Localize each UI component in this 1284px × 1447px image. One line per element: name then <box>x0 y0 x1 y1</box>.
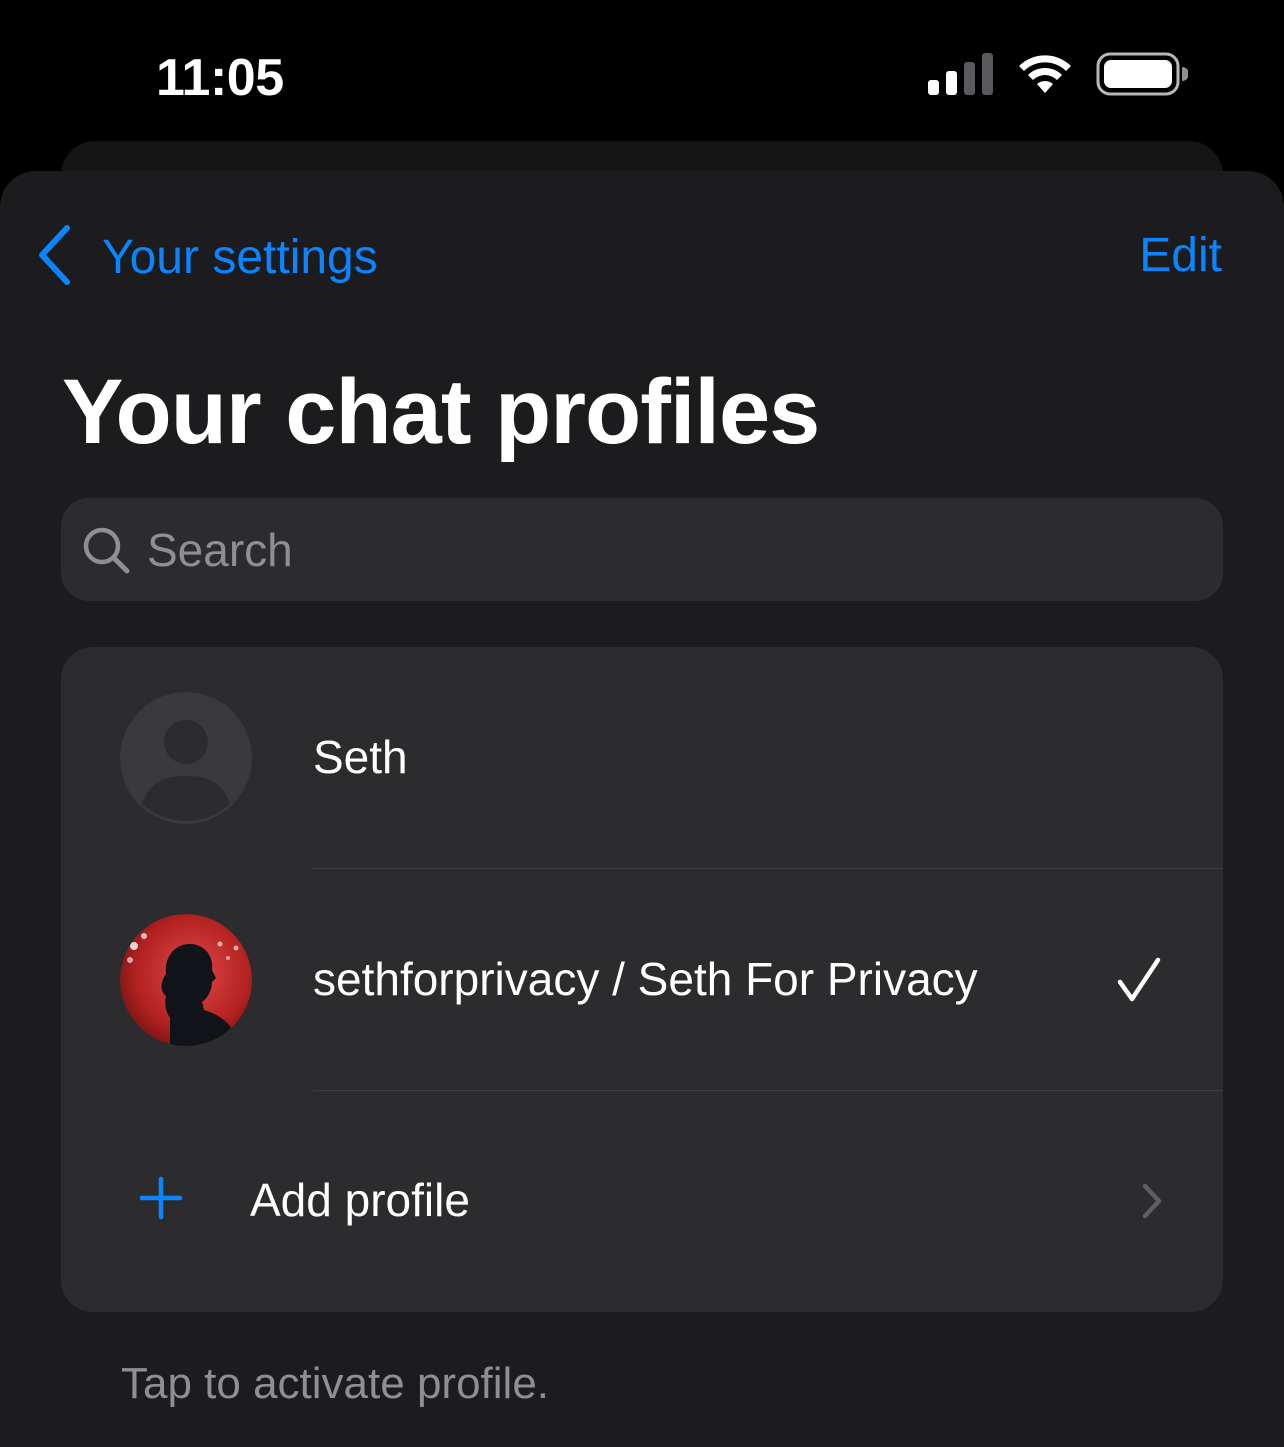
wifi-icon <box>1016 53 1074 100</box>
edit-button[interactable]: Edit <box>1139 224 1222 288</box>
status-time: 11:05 <box>156 49 284 107</box>
profile-list: Seth sethforprivacy / Seth For Privacy A… <box>61 647 1223 1312</box>
search-bar[interactable] <box>61 498 1223 601</box>
checkmark-icon <box>1117 957 1161 1008</box>
screen: 11:05 Your settings Edit Your chat profi… <box>0 0 1284 1447</box>
footer-note: Tap to activate profile. <box>121 1359 550 1408</box>
page-title: Your chat profiles <box>62 361 820 463</box>
profile-name: Seth <box>313 731 408 783</box>
status-icons <box>928 52 1189 101</box>
search-input[interactable] <box>147 522 1147 577</box>
default-avatar <box>120 692 252 824</box>
photo-avatar <box>120 914 252 1046</box>
add-profile-label: Add profile <box>250 1174 470 1226</box>
search-icon <box>81 525 131 575</box>
cellular-signal-icon <box>928 52 994 100</box>
chevron-right-icon <box>1141 1183 1163 1224</box>
add-profile-row[interactable]: Add profile <box>61 1090 1223 1312</box>
back-button-label: Your settings <box>102 230 378 284</box>
profile-row-sethforprivacy[interactable]: sethforprivacy / Seth For Privacy <box>61 869 1223 1091</box>
plus-icon <box>139 1176 183 1225</box>
back-button[interactable]: Your settings <box>36 224 378 291</box>
battery-icon <box>1096 52 1189 101</box>
chevron-left-icon <box>36 224 72 291</box>
profile-row-seth[interactable]: Seth <box>61 647 1223 869</box>
profile-name: sethforprivacy / Seth For Privacy <box>313 953 978 1005</box>
